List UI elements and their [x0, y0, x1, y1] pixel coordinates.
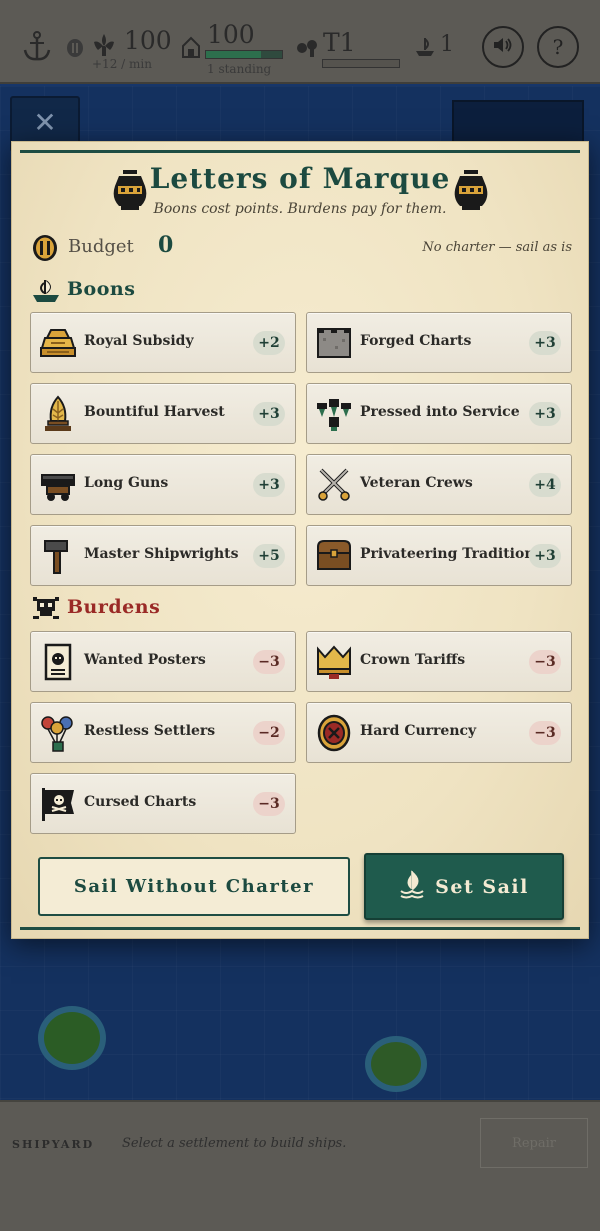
card-label: Crown Tariffs	[360, 652, 466, 668]
shipyard-label: SHIPYARD	[12, 1138, 95, 1151]
card-label: Wanted Posters	[84, 652, 206, 668]
card-label: Cursed Charts	[84, 794, 197, 810]
burden-wanted-posters[interactable]: Wanted Posters −3	[30, 631, 296, 692]
burden-cursed-charts[interactable]: Cursed Charts −3	[30, 773, 296, 834]
budget-row: Budget 0 No charter — sail as is	[32, 232, 572, 264]
wanted-poster-icon	[39, 643, 77, 681]
standing-label: 1 standing	[207, 62, 272, 76]
cost-badge: +3	[529, 402, 561, 426]
burden-crown-tariffs[interactable]: Crown Tariffs −3	[306, 631, 572, 692]
tier-icon	[296, 38, 320, 62]
set-sail-label: Set Sail	[435, 875, 529, 898]
gold-pile-icon	[39, 324, 77, 362]
top-hud: 100 +12 / min 100 1 standing T1 1 ?	[0, 0, 600, 84]
population-bar-fill	[206, 51, 261, 58]
seal-coin-icon	[315, 714, 353, 752]
card-label: Forged Charts	[360, 333, 472, 349]
budget-label: Budget	[68, 236, 134, 257]
island[interactable]	[365, 1036, 427, 1092]
cost-badge: +4	[529, 473, 561, 497]
card-label: Bountiful Harvest	[84, 404, 225, 420]
population-amount: 100	[207, 20, 255, 49]
ship-icon	[32, 278, 60, 304]
sail-without-charter-button[interactable]: Sail Without Charter	[38, 857, 350, 916]
sail-without-charter-label: Sail Without Charter	[73, 876, 315, 897]
cost-badge: +3	[529, 331, 561, 355]
cost-badge: −3	[529, 721, 561, 745]
dialog-subtitle: Boons cost points. Burdens pay for them.	[153, 201, 447, 217]
crowd-icon	[315, 395, 353, 433]
hammer-icon	[39, 537, 77, 575]
tier-bar	[322, 59, 400, 68]
sound-button[interactable]	[482, 26, 524, 68]
card-label: Master Shipwrights	[84, 546, 239, 562]
black-flag-icon	[39, 785, 77, 823]
population-bar	[205, 50, 283, 59]
wheat-sheaf-icon	[39, 395, 77, 433]
boon-pressed-into-service[interactable]: Pressed into Service +3	[306, 383, 572, 444]
boon-forged-charts[interactable]: Forged Charts +3	[306, 312, 572, 373]
set-sail-button[interactable]: Set Sail	[364, 853, 564, 920]
boon-bountiful-harvest[interactable]: Bountiful Harvest +3	[30, 383, 296, 444]
repair-button[interactable]: Repair	[480, 1118, 588, 1168]
card-label: Pressed into Service	[360, 404, 520, 420]
card-label: Veteran Crews	[360, 475, 473, 491]
cannon-icon	[39, 466, 77, 504]
budget-value: 0	[158, 232, 174, 258]
sailboat-icon	[399, 869, 425, 904]
gold-amount: 100	[124, 26, 172, 55]
speaker-icon	[492, 35, 514, 60]
top-rule	[20, 150, 580, 153]
cost-badge: +3	[253, 402, 285, 426]
boon-master-shipwrights[interactable]: Master Shipwrights +5	[30, 525, 296, 586]
boon-royal-subsidy[interactable]: Royal Subsidy +2	[30, 312, 296, 373]
burdens-label: Burdens	[67, 596, 161, 618]
cost-badge: −3	[253, 650, 285, 674]
house-icon	[182, 36, 200, 62]
burden-restless-settlers[interactable]: Restless Settlers −2	[30, 702, 296, 763]
card-label: Privateering Tradition	[360, 546, 535, 562]
card-label: Hard Currency	[360, 723, 477, 739]
boons-label: Boons	[67, 278, 136, 300]
anchor-icon[interactable]	[22, 30, 52, 66]
cost-badge: −3	[253, 792, 285, 816]
cost-badge: +3	[529, 544, 561, 568]
balloons-icon	[39, 714, 77, 752]
bottom-rule	[20, 927, 580, 930]
coin-icon	[66, 38, 84, 62]
cost-badge: −3	[529, 650, 561, 674]
island[interactable]	[38, 1006, 106, 1070]
budget-note: No charter — sail as is	[422, 240, 572, 255]
burden-hard-currency[interactable]: Hard Currency −3	[306, 702, 572, 763]
shipyard-panel: SHIPYARD Select a settlement to build sh…	[0, 1100, 600, 1231]
help-button[interactable]: ?	[537, 26, 579, 68]
card-label: Long Guns	[84, 475, 169, 491]
crown-icon	[315, 643, 353, 681]
card-label: Restless Settlers	[84, 723, 216, 739]
gold-rate: +12 / min	[92, 57, 152, 71]
cost-badge: +2	[253, 331, 285, 355]
boon-long-guns[interactable]: Long Guns +3	[30, 454, 296, 515]
cost-badge: −2	[253, 721, 285, 745]
cost-badge: +5	[253, 544, 285, 568]
boon-privateering-tradition[interactable]: Privateering Tradition +3	[306, 525, 572, 586]
shipyard-hint: Select a settlement to build ships.	[122, 1136, 347, 1151]
crossed-swords-icon	[315, 466, 353, 504]
letters-of-marque-dialog: Letters of Marque Boons cost points. Bur…	[11, 141, 589, 939]
card-label: Royal Subsidy	[84, 333, 194, 349]
tier-label: T1	[323, 28, 356, 57]
dialog-title: Letters of Marque	[149, 162, 451, 195]
boon-veteran-crews[interactable]: Veteran Crews +4	[306, 454, 572, 515]
stone-tablet-icon	[315, 324, 353, 362]
ship-icon	[414, 36, 436, 62]
coin-icon	[32, 234, 58, 262]
repair-label: Repair	[512, 1135, 556, 1151]
skull-icon	[32, 596, 60, 622]
treasure-chest-icon	[315, 537, 353, 575]
ship-count: 1	[440, 32, 454, 57]
cost-badge: +3	[253, 473, 285, 497]
